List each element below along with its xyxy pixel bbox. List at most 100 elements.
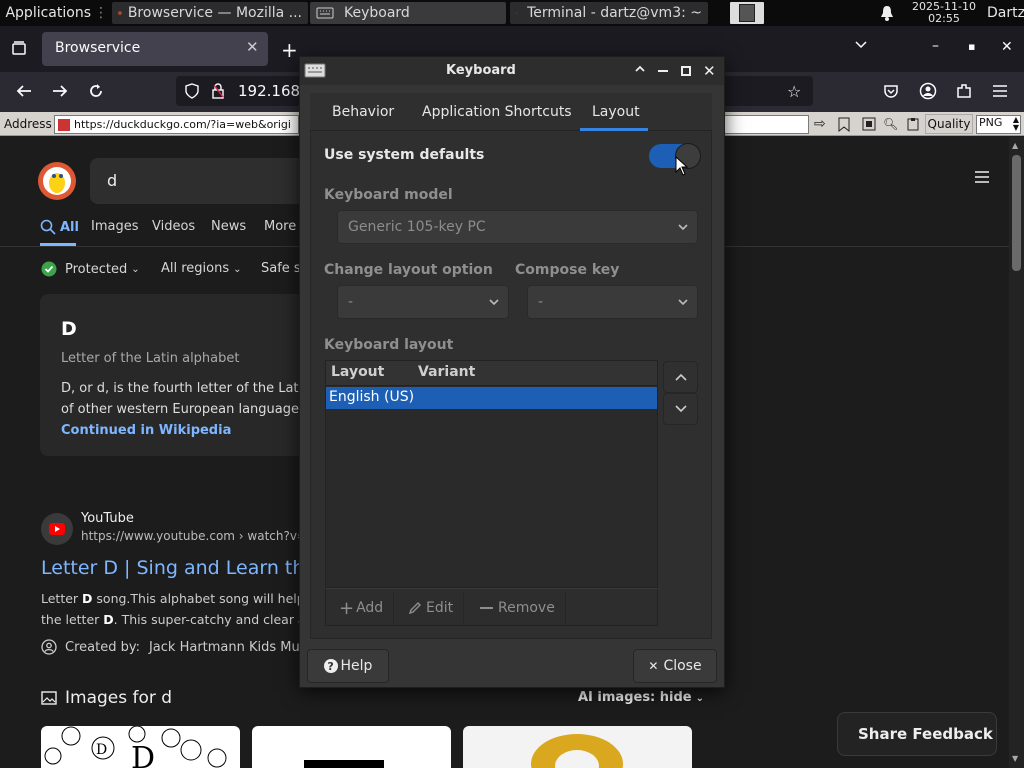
clock[interactable]: 2025-11-10 02:55 xyxy=(908,0,980,26)
mouse-cursor-icon xyxy=(675,156,689,176)
help-button[interactable]: ? Help xyxy=(307,649,389,683)
tab-behavior[interactable]: Behavior xyxy=(332,93,394,131)
screenshot-icon[interactable] xyxy=(862,117,876,131)
image-thumbnail[interactable] xyxy=(463,726,692,768)
minimize-icon[interactable] xyxy=(658,70,668,72)
pocket-icon[interactable] xyxy=(883,83,899,99)
move-up-button[interactable] xyxy=(663,361,698,393)
taskbar-terminal[interactable]: Terminal - dartz@vm3: ~ xyxy=(510,2,708,24)
images-heading-label: Images for d xyxy=(65,688,173,708)
bookmark-icon[interactable] xyxy=(838,117,850,132)
notification-bell-icon[interactable] xyxy=(880,0,900,26)
protected-filter[interactable]: Protected ⌄ xyxy=(41,261,140,277)
tab-all[interactable]: All xyxy=(40,219,79,235)
layout-row-selected[interactable]: English (US) xyxy=(326,387,657,409)
url-bar-end[interactable]: ☆ xyxy=(723,76,813,106)
chevron-down-icon xyxy=(489,299,499,306)
safe-search-filter[interactable]: Safe s xyxy=(261,261,301,276)
taskbar-firefox[interactable]: Browservice — Mozilla ... xyxy=(112,2,308,24)
site-icon xyxy=(58,118,70,131)
scroll-up-icon[interactable]: ▲ xyxy=(1012,141,1018,150)
check-circle-icon xyxy=(41,261,57,277)
quality-select[interactable]: PNG ▲ ▼ xyxy=(976,115,1021,134)
add-layout-button[interactable]: + Add xyxy=(329,592,395,624)
card-more-link[interactable]: Continued in Wikipedia xyxy=(61,423,231,438)
edit-label: Edit xyxy=(426,600,454,616)
duckduckgo-logo-icon[interactable] xyxy=(37,161,77,201)
tab-more[interactable]: More xyxy=(264,219,296,234)
result-creator: Created by: Jack Hartmann Kids Musi xyxy=(41,639,310,655)
tab-overview-icon[interactable] xyxy=(11,40,27,56)
maximize-icon[interactable]: ▪ xyxy=(968,40,975,53)
url-text: 192.168. xyxy=(238,82,305,100)
search-icon xyxy=(40,219,56,235)
column-variant[interactable]: Variant xyxy=(418,364,475,380)
scroll-down-icon[interactable]: ▼ xyxy=(1012,754,1018,763)
close-button[interactable]: ✕ Close xyxy=(633,649,717,683)
url-bar[interactable]: 192.168. xyxy=(176,76,305,106)
move-down-button[interactable] xyxy=(663,393,698,425)
svg-text:D: D xyxy=(131,741,155,768)
tab-news[interactable]: News xyxy=(211,219,246,234)
find-icon[interactable]: 🔍︎ xyxy=(883,117,898,131)
window-close-icon[interactable]: ✕ xyxy=(1001,39,1013,55)
snippet-text: song.This alphabet song will help xyxy=(92,591,305,606)
keyboard-dialog: Keyboard ✕ Behavior Application Shortcut… xyxy=(299,56,725,688)
address-input-end[interactable] xyxy=(723,115,809,134)
ddg-menu-icon[interactable] xyxy=(974,170,990,184)
change-layout-option-select[interactable]: - xyxy=(337,285,509,319)
dialog-titlebar[interactable]: Keyboard ✕ xyxy=(300,57,724,85)
tab-close-icon[interactable]: ✕ xyxy=(246,38,259,56)
keyboard-model-select[interactable]: Generic 105-key PC xyxy=(337,210,698,244)
extensions-icon[interactable] xyxy=(955,82,973,100)
lock-icon[interactable] xyxy=(212,83,224,99)
minimize-icon[interactable]: – xyxy=(932,38,939,54)
workspace-switcher[interactable] xyxy=(730,2,764,24)
svg-text:D: D xyxy=(96,742,107,758)
shield-icon[interactable] xyxy=(185,83,199,99)
share-feedback-button[interactable]: Share Feedback xyxy=(837,712,997,756)
image-thumbnail[interactable] xyxy=(252,726,451,768)
account-icon[interactable] xyxy=(919,82,937,100)
result-title-link[interactable]: Letter D | Sing and Learn th xyxy=(41,557,304,579)
tab-images[interactable]: Images xyxy=(91,219,139,234)
scrollbar-thumb[interactable] xyxy=(1012,155,1021,271)
remove-layout-button[interactable]: Remove xyxy=(470,592,566,624)
user-menu[interactable]: Dartz xyxy=(987,0,1024,26)
tab-layout[interactable]: Layout xyxy=(592,93,640,131)
keyboard-model-value: Generic 105-key PC xyxy=(348,219,486,235)
result-url[interactable]: https://www.youtube.com › watch?v= xyxy=(81,529,307,543)
result-snippet-1: Letter D song.This alphabet song will he… xyxy=(41,591,305,606)
active-tab-indicator xyxy=(40,243,76,246)
tab-title: Browservice xyxy=(55,40,141,56)
column-layout[interactable]: Layout xyxy=(331,364,384,380)
browser-tab[interactable]: Browservice ✕ xyxy=(42,32,268,66)
chevron-down-icon: ⌄ xyxy=(695,693,705,704)
shade-icon[interactable] xyxy=(635,65,645,73)
tab-videos[interactable]: Videos xyxy=(152,219,195,234)
new-tab-icon[interactable]: + xyxy=(281,38,298,62)
compose-key-select[interactable]: - xyxy=(527,285,698,319)
tab-application-shortcuts[interactable]: Application Shortcuts xyxy=(422,93,572,131)
close-icon[interactable]: ✕ xyxy=(703,62,716,80)
applications-menu[interactable]: Applications ⋮ xyxy=(2,0,108,26)
go-arrow-icon[interactable]: ⇨ xyxy=(814,116,826,132)
edit-layout-button[interactable]: Edit xyxy=(398,592,465,624)
address-input[interactable]: https://duckduckgo.com/?ia=web&origi xyxy=(54,115,299,134)
tab-list-chevron-icon[interactable] xyxy=(854,40,868,50)
maximize-icon[interactable] xyxy=(681,66,691,76)
chevron-down-icon xyxy=(678,224,688,231)
forward-icon[interactable] xyxy=(51,83,69,99)
image-icon xyxy=(41,691,57,705)
clipboard-icon[interactable] xyxy=(906,117,920,131)
back-icon[interactable] xyxy=(15,83,33,99)
menu-hamburger-icon[interactable] xyxy=(992,84,1008,98)
image-thumbnail[interactable]: D D xyxy=(41,726,240,768)
regions-filter[interactable]: All regions ⌄ xyxy=(161,261,242,276)
taskbar-label: Keyboard xyxy=(344,5,410,21)
youtube-icon xyxy=(41,513,73,545)
ai-images-toggle[interactable]: AI images: hide ⌄ xyxy=(578,690,704,705)
bookmark-star-icon[interactable]: ☆ xyxy=(787,82,801,101)
taskbar-keyboard[interactable]: Keyboard xyxy=(310,2,506,24)
reload-icon[interactable] xyxy=(87,82,105,100)
